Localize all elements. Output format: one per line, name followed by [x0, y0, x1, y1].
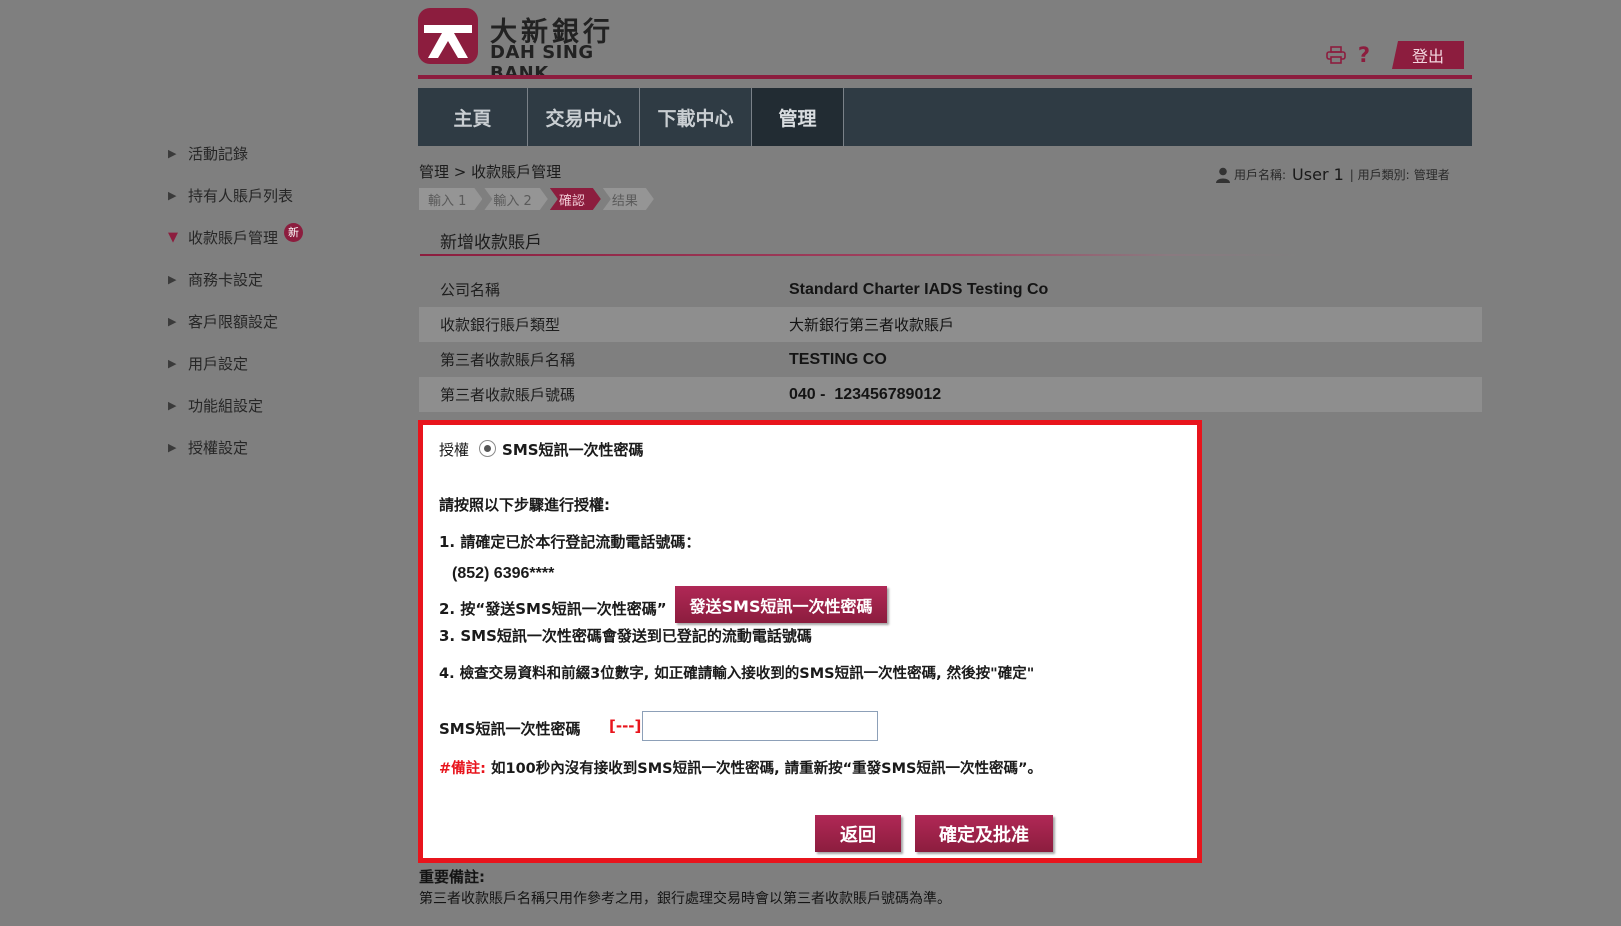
instructions-title: 請按照以下步驟進行授權: [439, 496, 610, 514]
tab-download-center[interactable]: 下載中心 [640, 88, 752, 146]
send-sms-otp-button[interactable]: 發送SMS短訊一次性密碼 [675, 586, 887, 623]
help-icon[interactable]: ? [1350, 41, 1378, 69]
detail-label: 公司名稱 [440, 281, 501, 299]
otp-note: #備註: 如100秒內沒有接收到SMS短訊一次性密碼, 請重新按“重發SMS短訊… [439, 757, 1042, 778]
sidebar-item-label: 商務卡設定 [188, 270, 264, 289]
detail-label: 收款銀行賬戶類型 [440, 316, 561, 334]
sidebar-item-business-card[interactable]: ▶ 商務卡設定 [168, 258, 388, 300]
sidebar-item-authorization[interactable]: ▶ 授權設定 [168, 426, 388, 468]
sidebar-item-label: 活動記錄 [188, 144, 249, 163]
detail-value: TESTING CO [789, 350, 887, 368]
detail-label: 第三者收款賬戶名稱 [440, 351, 576, 369]
step-input-2: 輸入 2 [484, 188, 547, 210]
instruction-step-4: 4. 檢查交易資料和前綴3位數字, 如正確請輸入接收到的SMS短訊一次性密碼, … [439, 666, 1035, 682]
new-badge: 新 [284, 222, 304, 242]
sidebar-item-label: 授權設定 [188, 438, 249, 457]
sidebar-item-function-groups[interactable]: ▶ 功能組設定 [168, 384, 388, 426]
user-name-label: 用戶名稱: [1234, 168, 1287, 182]
sidebar: ▶ 活動記錄 ▶ 持有人賬戶列表 ▼ 收款賬戶管理 新 ▶ 商務卡設定 ▶ 客戶… [168, 132, 388, 468]
tab-home[interactable]: 主頁 [418, 88, 528, 146]
step-input-1: 輸入 1 [419, 188, 482, 210]
chevron-right-icon: ▶ [168, 356, 177, 370]
detail-label: 第三者收款賬戶號碼 [440, 386, 576, 404]
authorization-panel: 授權 SMS短訊一次性密碼 請按照以下步驟進行授權: 1. 請確定已於本行登記流動… [418, 420, 1202, 863]
instruction-step-3: 3. SMS短訊一次性密碼會發送到已登記的流動電話號碼 [439, 627, 812, 645]
table-row: 收款銀行賬戶類型 大新銀行第三者收款賬戶 [419, 307, 1482, 342]
section-divider [420, 254, 1300, 256]
table-row: 第三者收款賬戶號碼 040 - 123456789012 [419, 377, 1482, 412]
sidebar-item-payee-accounts[interactable]: ▼ 收款賬戶管理 新 [168, 216, 388, 258]
step-confirm: 確認 [550, 188, 601, 210]
back-button[interactable]: 返回 [815, 815, 901, 852]
user-name: User 1 [1292, 165, 1344, 184]
auth-method-label: SMS短訊一次性密碼 [502, 441, 644, 459]
detail-value: 大新銀行第三者收款賬戶 [789, 316, 955, 334]
confirm-approve-button[interactable]: 確定及批准 [915, 815, 1053, 852]
note-label: #備註: [439, 761, 486, 777]
detail-table: 公司名稱 Standard Charter IADS Testing Co 收款… [419, 272, 1482, 412]
sms-otp-radio[interactable] [479, 440, 497, 457]
instruction-step-2: 2. 按“發送SMS短訊一次性密碼” [439, 600, 667, 618]
otp-prefix: [---] [609, 717, 642, 735]
sidebar-item-user-settings[interactable]: ▶ 用戶設定 [168, 342, 388, 384]
step-result: 结果 [603, 188, 654, 210]
sidebar-item-label: 客戶限額設定 [188, 312, 279, 331]
sidebar-item-label: 持有人賬戶列表 [188, 186, 294, 205]
auth-label: 授權 [439, 441, 470, 459]
otp-input[interactable] [642, 711, 878, 741]
user-type: 管理者 [1413, 168, 1450, 182]
sidebar-item-holder-accounts[interactable]: ▶ 持有人賬戶列表 [168, 174, 388, 216]
tab-management[interactable]: 管理 [752, 88, 844, 146]
bank-logo: 大新銀行 DAH SING BANK [418, 8, 638, 84]
detail-value: Standard Charter IADS Testing Co [789, 280, 1049, 298]
chevron-right-icon: ▶ [168, 146, 177, 160]
otp-label: SMS短訊一次性密碼 [439, 720, 581, 738]
auth-method-row: 授權 SMS短訊一次性密碼 [439, 439, 644, 460]
sidebar-item-label: 功能組設定 [188, 396, 264, 415]
detail-value: 040 - 123456789012 [789, 385, 942, 403]
sidebar-item-label: 用戶設定 [188, 354, 249, 373]
instruction-step-1: 1. 請確定已於本行登記流動電話號碼： [439, 533, 701, 551]
user-info: 用戶名稱: User 1 | 用戶類別: 管理者 [1216, 165, 1450, 184]
tab-transaction-center[interactable]: 交易中心 [528, 88, 640, 146]
table-row: 第三者收款賬戶名稱 TESTING CO [419, 342, 1482, 377]
sidebar-item-activity-log[interactable]: ▶ 活動記錄 [168, 132, 388, 174]
header-tools: ? 登出 [1322, 40, 1464, 70]
breadcrumb: 管理 > 收款賬戶管理 [419, 163, 562, 181]
user-icon [1216, 167, 1230, 183]
sidebar-item-customer-limit[interactable]: ▶ 客戶限額設定 [168, 300, 388, 342]
chevron-right-icon: ▶ [168, 440, 177, 454]
chevron-right-icon: ▶ [168, 314, 177, 328]
registered-phone: (852) 6396**** [452, 565, 555, 582]
chevron-right-icon: ▶ [168, 188, 177, 202]
important-note-text: 第三者收款賬戶名稱只用作參考之用，銀行處理交易時會以第三者收款賬戶號碼為準。 [419, 891, 951, 907]
important-note-title: 重要備註: [419, 868, 485, 886]
chevron-down-icon: ▼ [168, 229, 178, 245]
user-type-label: | 用戶類別: [1349, 168, 1410, 182]
header-divider [418, 75, 1472, 79]
chevron-right-icon: ▶ [168, 272, 177, 286]
sidebar-item-label: 收款賬戶管理 [188, 228, 279, 247]
main-nav: 主頁 交易中心 下載中心 管理 [418, 88, 1472, 146]
bank-logo-icon [418, 8, 478, 64]
section-title: 新增收款賬戶 [440, 233, 542, 253]
table-row: 公司名稱 Standard Charter IADS Testing Co [419, 272, 1482, 307]
chevron-right-icon: ▶ [168, 398, 177, 412]
printer-icon[interactable] [1322, 41, 1350, 69]
note-text: 如100秒內沒有接收到SMS短訊一次性密碼, 請重新按“重發SMS短訊一次性密碼… [485, 761, 1043, 777]
progress-steps: 輸入 1 輸入 2 確認 结果 [419, 188, 656, 210]
logout-button[interactable]: 登出 [1392, 41, 1464, 69]
